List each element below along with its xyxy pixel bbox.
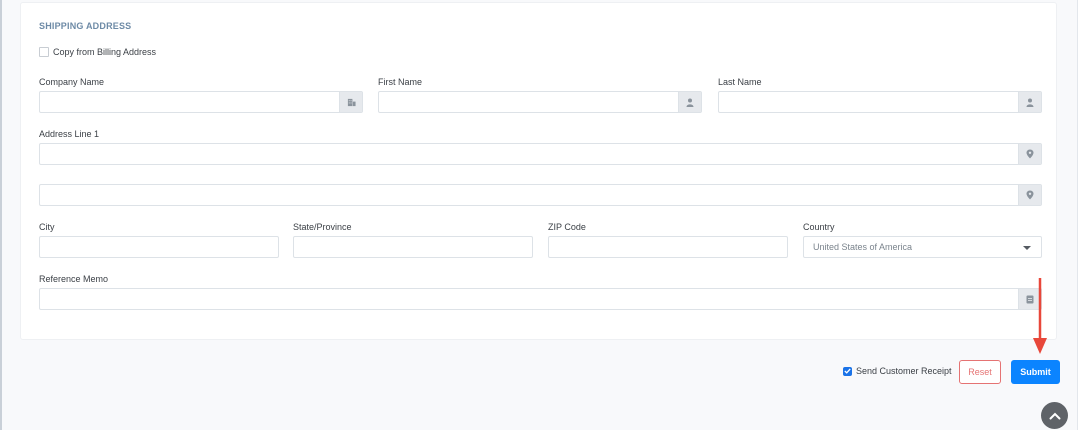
zip-field[interactable] xyxy=(548,236,788,258)
reset-button[interactable]: Reset xyxy=(959,360,1001,384)
check-icon xyxy=(844,368,851,374)
state-field[interactable] xyxy=(293,236,533,258)
building-icon xyxy=(347,98,356,106)
address-line2-field[interactable] xyxy=(39,184,1042,206)
first-name-label: First Name xyxy=(378,77,423,87)
country-label: Country xyxy=(803,222,835,232)
annotation-arrow-icon xyxy=(1033,278,1047,354)
submit-button[interactable]: Submit xyxy=(1011,360,1060,384)
country-select[interactable]: United States of America xyxy=(803,236,1042,258)
send-receipt-row[interactable]: Send Customer Receipt xyxy=(843,366,952,376)
user-icon xyxy=(686,98,694,107)
memo-label: Reference Memo xyxy=(39,274,109,284)
first-name-addon xyxy=(678,92,701,112)
last-name-field[interactable] xyxy=(718,91,1042,113)
city-label: City xyxy=(39,222,55,232)
shipping-address-card: SHIPPING ADDRESS Copy from Billing Addre… xyxy=(20,2,1057,340)
chevron-down-icon xyxy=(1023,246,1031,250)
zip-label: ZIP Code xyxy=(548,222,586,232)
address-line1-field[interactable] xyxy=(39,143,1042,165)
user-icon xyxy=(1026,98,1034,107)
company-name-label: Company Name xyxy=(39,77,105,87)
address2-addon xyxy=(1018,185,1041,205)
location-icon xyxy=(1026,190,1034,200)
scroll-to-top-button[interactable] xyxy=(1041,402,1068,429)
address-line1-label: Address Line 1 xyxy=(39,129,100,139)
location-icon xyxy=(1026,149,1034,159)
company-name-field[interactable] xyxy=(39,91,363,113)
state-label: State/Province xyxy=(293,222,352,232)
chevron-up-icon xyxy=(1049,412,1060,419)
last-name-label: Last Name xyxy=(718,77,762,87)
city-field[interactable] xyxy=(39,236,279,258)
first-name-field[interactable] xyxy=(378,91,702,113)
left-border xyxy=(0,0,2,430)
copy-billing-checkbox[interactable] xyxy=(39,47,49,57)
memo-field[interactable] xyxy=(39,288,1042,310)
section-title: SHIPPING ADDRESS xyxy=(39,21,132,31)
last-name-addon xyxy=(1018,92,1041,112)
send-receipt-label: Send Customer Receipt xyxy=(856,366,952,376)
send-receipt-checkbox[interactable] xyxy=(843,366,852,376)
copy-billing-row[interactable]: Copy from Billing Address xyxy=(39,47,156,57)
address1-addon xyxy=(1018,144,1041,164)
company-addon xyxy=(339,92,362,112)
copy-billing-label: Copy from Billing Address xyxy=(53,47,157,57)
country-selected-value: United States of America xyxy=(813,242,913,252)
